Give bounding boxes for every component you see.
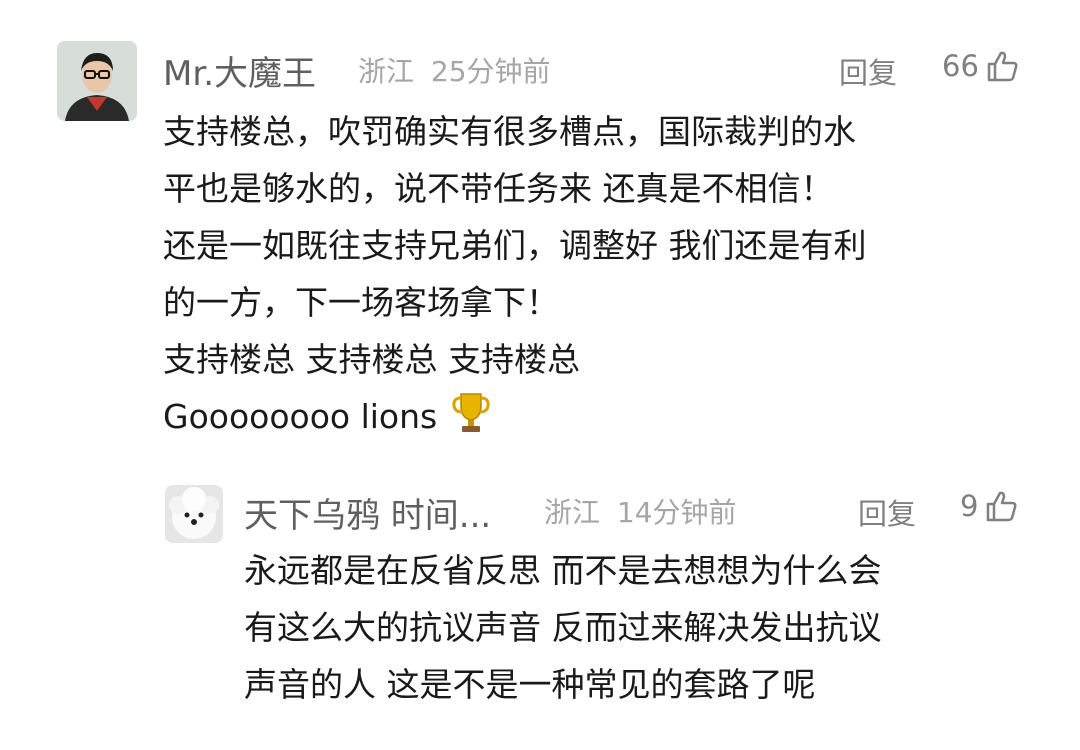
comment-line: 平也是够水的，说不带任务来 还真是不相信！ <box>163 169 834 208</box>
reply-location: 浙江 <box>544 496 601 529</box>
reply-time: 14分钟前 <box>616 496 737 529</box>
reply-username[interactable]: 天下乌鸦 时间... <box>244 488 491 537</box>
like-count: 66 <box>942 49 979 83</box>
reply-button[interactable]: 回复 <box>839 50 897 92</box>
avatar-illustration <box>57 41 137 121</box>
reply-meta: 浙江 14分钟前 <box>544 491 737 531</box>
reply-line: 有这么大的抗议声音 反而过来解决发出抗议 <box>244 608 882 647</box>
comment-line: 支持楼总 支持楼总 支持楼总 <box>163 340 580 379</box>
comment-line: 还是一如既往支持兄弟们，调整好 我们还是有利 <box>163 226 867 265</box>
reply-like-count: 9 <box>960 489 979 523</box>
reply-line: 永远都是在反省反思 而不是去想想为什么会 <box>244 551 882 590</box>
comment-line: 的一方，下一场客场拿下！ <box>163 283 559 322</box>
like-button[interactable]: 66 <box>942 49 1019 83</box>
comment-body: 支持楼总，吹罚确实有很多槽点，国际裁判的水 平也是够水的，说不带任务来 还真是不… <box>163 103 867 445</box>
comment-line-last: Goooooooo lions <box>163 388 867 445</box>
avatar[interactable] <box>57 41 137 121</box>
thumbs-up-icon <box>987 51 1018 82</box>
comment-username[interactable]: Mr.大魔王 <box>163 46 316 95</box>
reply-reply-button[interactable]: 回复 <box>858 491 916 533</box>
thumbs-up-icon <box>987 491 1017 522</box>
reply-avatar-illustration <box>165 485 223 543</box>
comment-time: 25分钟前 <box>430 55 551 88</box>
comment-line: 支持楼总，吹罚确实有很多槽点，国际裁判的水 <box>163 112 856 151</box>
trophy-icon <box>452 393 490 432</box>
reply-body: 永远都是在反省反思 而不是去想想为什么会 有这么大的抗议声音 反而过来解决发出抗… <box>244 542 882 713</box>
reply-line: 声音的人 这是不是一种常见的套路了呢 <box>244 665 816 704</box>
comment-main: Mr.大魔王 浙江 25分钟前 回复 66 支持楼总，吹罚确实有很多槽点，国际裁… <box>0 0 1080 470</box>
comment-location: 浙江 <box>358 55 415 88</box>
reply-like-button[interactable]: 9 <box>960 489 1018 523</box>
comment-meta: 浙江 25分钟前 <box>358 50 551 90</box>
comment-reply: 天下乌鸦 时间... 浙江 14分钟前 回复 9 永远都是在反省反思 而不是去想… <box>0 470 1080 750</box>
reply-avatar[interactable] <box>165 485 223 543</box>
comment-line: Goooooooo lions <box>163 397 438 436</box>
